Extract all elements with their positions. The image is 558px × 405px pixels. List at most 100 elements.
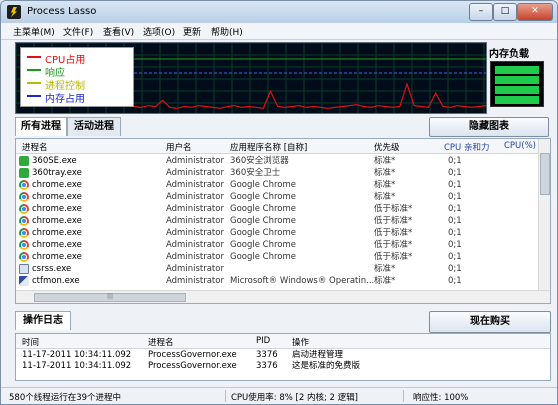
menu-options[interactable]: 选项(O)	[143, 25, 175, 38]
memory-bar-segment	[495, 66, 539, 74]
table-row[interactable]: chrome.exe Administrator Google Chrome 低于标准…	[16, 203, 538, 215]
table-row[interactable]: csrss.exe Administrator 标准* 0;1	[16, 263, 538, 275]
table-row[interactable]: chrome.exe Administrator Google Chrome 低于标准…	[16, 215, 538, 227]
log-row[interactable]: 11-17-2011 10:34:11.092 ProcessGovernor.e…	[16, 360, 550, 372]
scroll-thumb[interactable]	[540, 153, 550, 195]
table-row[interactable]: 360SE.exe Administrator 360安全浏览器 标准* 0;1	[16, 155, 538, 167]
cell-affinity: 0;1	[448, 204, 462, 214]
chrome-icon	[19, 216, 29, 226]
column-header-pid[interactable]: PID	[256, 336, 270, 346]
column-header-process-name[interactable]: 进程名	[22, 141, 48, 153]
cell-affinity: 0;1	[448, 276, 462, 286]
memory-load-label: 内存负载	[489, 49, 529, 60]
action-log-table: 时间 进程名 PID 操作 11-17-2011 10:34:11.092 Pro…	[15, 333, 551, 381]
cell-priority: 低于标准*	[374, 216, 413, 226]
cpu-trace	[133, 82, 486, 109]
table-row[interactable]: chrome.exe Administrator Google Chrome 低于标准…	[16, 251, 538, 263]
tab-action-log[interactable]: 操作日志	[15, 311, 71, 330]
table-row[interactable]: ctfmon.exe Administrator Microsoft® Window…	[16, 275, 538, 287]
tab-active-processes[interactable]: 活动进程	[67, 117, 121, 136]
cell-name: chrome.exe	[32, 252, 82, 262]
cell-name: 360tray.exe	[32, 168, 82, 178]
menu-help[interactable]: 帮助(H)	[211, 25, 243, 38]
cell-user: Administrator	[166, 216, 224, 226]
chrome-icon	[19, 252, 29, 262]
table-row[interactable]: chrome.exe Administrator Google Chrome 标准* 0…	[16, 179, 538, 191]
graph-legend: CPU占用 响应 进程控制 内存占用	[20, 47, 134, 107]
memory-bar-segment	[495, 76, 539, 84]
legend-label: 内存占用	[45, 94, 85, 105]
maximize-button[interactable]: □	[493, 3, 517, 21]
chrome-icon	[19, 204, 29, 214]
chrome-icon	[19, 228, 29, 238]
table-row[interactable]: chrome.exe Administrator Google Chrome 低于标准…	[16, 227, 538, 239]
cell-affinity: 0;1	[448, 264, 462, 274]
legend-swatch	[27, 69, 41, 71]
menu-bar: 主菜单(M) 文件(F) 查看(V) 选项(O) 更新 帮助(H)	[1, 23, 557, 40]
app-icon	[19, 156, 29, 166]
cell-user: Administrator	[166, 180, 224, 190]
cell-affinity: 0;1	[448, 216, 462, 226]
cell-affinity: 0;1	[448, 252, 462, 262]
column-header-time[interactable]: 时间	[22, 336, 39, 348]
cell-affinity: 0;1	[448, 168, 462, 178]
buy-now-button[interactable]: 现在购买	[429, 311, 551, 333]
vertical-scrollbar[interactable]	[538, 139, 550, 290]
minimize-button[interactable]: –	[469, 3, 493, 21]
log-cell-pid: 3376	[256, 361, 278, 371]
horizontal-scrollbar[interactable]: |||	[16, 290, 550, 303]
legend-swatch	[27, 95, 41, 97]
cell-affinity: 0;1	[448, 192, 462, 202]
status-cpu-usage: CPU使用率: 8% [2 内核; 2 逻辑]	[231, 393, 358, 403]
cell-name: csrss.exe	[32, 264, 72, 274]
status-divider	[403, 390, 404, 402]
scroll-thumb[interactable]: |||	[34, 293, 186, 302]
status-thread-count: 580个线程运行在39个进程中	[9, 393, 122, 403]
menu-update[interactable]: 更新	[183, 25, 201, 38]
memory-load-meter	[490, 61, 544, 107]
log-cell-process: ProcessGovernor.exe	[148, 361, 237, 371]
table-header: 进程名 用户名 应用程序名称 [自称] 优先级 CPU 亲和力 CPU(%)	[16, 139, 538, 154]
legend-swatch	[27, 82, 41, 84]
column-header-action[interactable]: 操作	[292, 336, 309, 348]
table-row[interactable]: chrome.exe Administrator Google Chrome 低于标准…	[16, 239, 538, 251]
hide-graph-button[interactable]: 隐藏图表	[429, 117, 549, 137]
menu-file[interactable]: 文件(F)	[63, 25, 93, 38]
cpu-graph: CPU占用 响应 进程控制 内存占用	[15, 42, 487, 114]
cell-affinity: 0;1	[448, 180, 462, 190]
status-bar: 580个线程运行在39个进程中 CPU使用率: 8% [2 内核; 2 逻辑] …	[1, 387, 557, 404]
chrome-icon	[19, 240, 29, 250]
table-row[interactable]: chrome.exe Administrator Google Chrome 标准* 0…	[16, 191, 538, 203]
process-lasso-logo-icon	[7, 5, 21, 19]
cell-name: ctfmon.exe	[32, 276, 80, 286]
cell-name: chrome.exe	[32, 180, 82, 190]
column-header-priority[interactable]: 优先级	[374, 141, 400, 153]
window-title: Process Lasso	[27, 6, 97, 17]
cell-app: Google Chrome	[230, 216, 297, 226]
menu-view[interactable]: 查看(V)	[103, 25, 134, 38]
title-bar: Process Lasso – □ ✕	[1, 1, 557, 23]
cell-app: 360安全卫士	[230, 168, 281, 178]
cell-name: chrome.exe	[32, 240, 82, 250]
cell-name: 360SE.exe	[32, 156, 77, 166]
pen-icon	[19, 276, 29, 286]
tab-all-processes[interactable]: 所有进程	[15, 117, 67, 136]
cell-priority: 标准*	[374, 276, 396, 286]
cell-name: chrome.exe	[32, 216, 82, 226]
cell-app: Google Chrome	[230, 192, 297, 202]
cell-user: Administrator	[166, 276, 224, 286]
cell-priority: 低于标准*	[374, 228, 413, 238]
column-header-cpu-affinity[interactable]: CPU 亲和力	[444, 141, 490, 153]
column-header-app-name[interactable]: 应用程序名称 [自称]	[230, 141, 307, 153]
column-header-log-process[interactable]: 进程名	[148, 336, 174, 348]
menu-main[interactable]: 主菜单(M)	[13, 25, 55, 38]
column-header-cpu-percent[interactable]: CPU(%)	[504, 141, 536, 151]
close-button[interactable]: ✕	[517, 3, 553, 21]
legend-swatch	[27, 56, 41, 58]
table-row[interactable]: 360tray.exe Administrator 360安全卫士 标准* 0;1	[16, 167, 538, 179]
console-window-icon	[19, 264, 29, 274]
app-window: Process Lasso – □ ✕ 主菜单(M) 文件(F) 查看(V) 选…	[0, 0, 558, 405]
log-header: 时间 进程名 PID 操作	[16, 334, 550, 349]
column-header-user[interactable]: 用户名	[166, 141, 192, 153]
cell-user: Administrator	[166, 192, 224, 202]
